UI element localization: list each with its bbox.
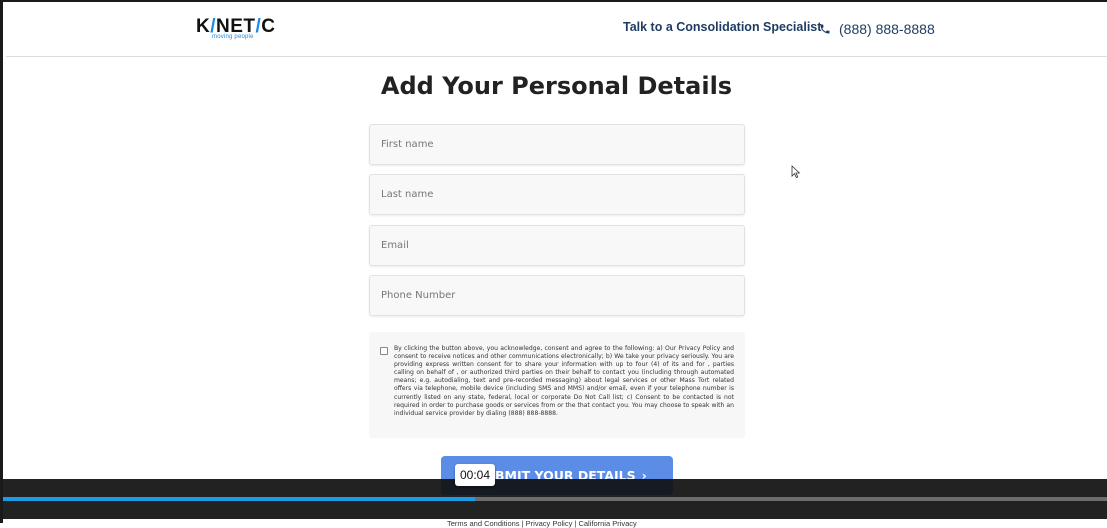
- video-progress-fill: [3, 497, 475, 501]
- video-player-controls: [3, 479, 1107, 519]
- video-progress-bar[interactable]: [3, 497, 1107, 501]
- logo-letter-k: K: [196, 16, 211, 37]
- logo-tagline: moving people: [212, 34, 254, 40]
- video-timestamp: 00:04: [455, 464, 495, 486]
- consultation-cta[interactable]: Talk to a Consolidation Specialist: [623, 20, 821, 34]
- site-header: K/NET/C moving people Talk to a Consolid…: [6, 4, 1107, 57]
- consent-box: By clicking the button above, you acknow…: [369, 332, 745, 438]
- last-name-input[interactable]: [369, 174, 745, 215]
- page-frame: K/NET/C moving people Talk to a Consolid…: [0, 0, 1107, 528]
- page-title: Add Your Personal Details: [380, 72, 733, 100]
- phone-number-input[interactable]: [369, 275, 745, 316]
- first-name-input[interactable]: [369, 124, 745, 165]
- consent-text: By clicking the button above, you acknow…: [394, 345, 734, 417]
- consent-checkbox[interactable]: [380, 347, 388, 355]
- email-input[interactable]: [369, 225, 745, 266]
- logo-letter-c: C: [261, 16, 276, 37]
- phone-icon: [820, 24, 830, 34]
- mouse-cursor-icon: [791, 165, 801, 179]
- footer-links[interactable]: Terms and Conditions | Privacy Policy | …: [447, 519, 637, 528]
- phone-number-link[interactable]: (888) 888-8888: [839, 21, 935, 37]
